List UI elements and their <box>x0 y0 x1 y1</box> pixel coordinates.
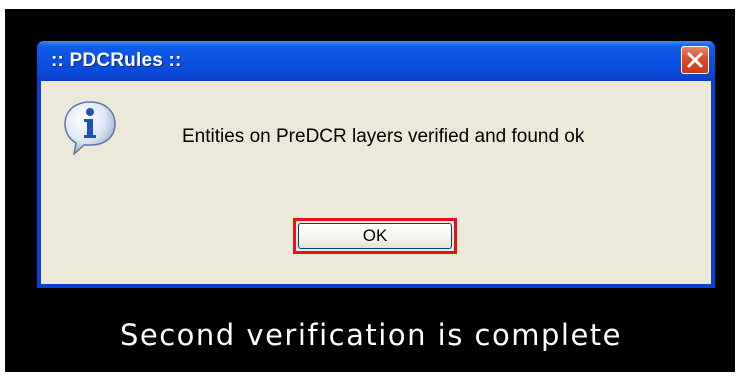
close-button[interactable] <box>681 46 709 74</box>
dialog-message: Entities on PreDCR layers verified and f… <box>182 126 585 147</box>
dialog-titlebar[interactable]: :: PDCRules :: <box>37 41 715 81</box>
ok-button[interactable]: OK <box>298 223 452 249</box>
dialog-title: :: PDCRules :: <box>51 50 182 71</box>
close-icon <box>687 52 703 68</box>
information-icon <box>64 101 116 155</box>
caption-text: Second verification is complete <box>119 318 623 352</box>
message-dialog: :: PDCRules :: Entities on PreDCR layers… <box>37 41 715 288</box>
